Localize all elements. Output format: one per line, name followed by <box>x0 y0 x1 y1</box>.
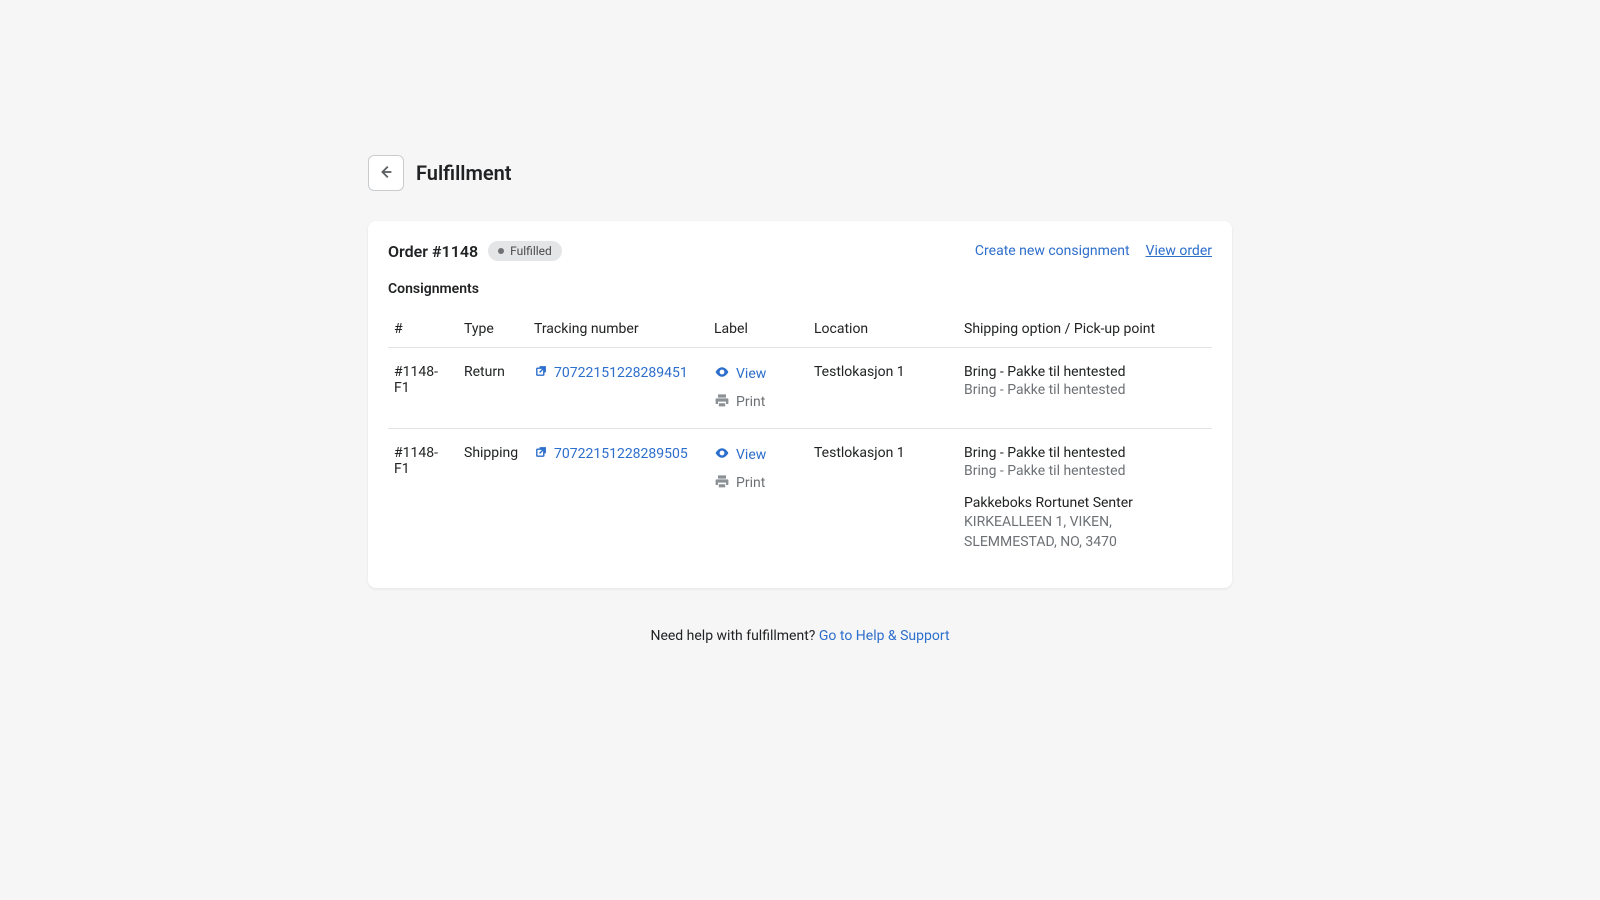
cell-location: Testlokasjon 1 <box>808 348 958 429</box>
eye-icon <box>714 364 730 384</box>
print-label-action[interactable]: Print <box>714 392 802 412</box>
cell-id: #1148-F1 <box>388 429 458 569</box>
view-label-action[interactable]: View <box>714 364 802 384</box>
print-icon <box>714 473 730 493</box>
th-location: Location <box>808 311 958 348</box>
arrow-left-icon <box>377 163 395 184</box>
external-link-icon <box>534 364 548 382</box>
cell-label: View Print <box>708 429 808 569</box>
section-title: Consignments <box>388 281 1212 297</box>
cell-tracking: 70722151228289505 <box>528 429 708 569</box>
print-label-action[interactable]: Print <box>714 473 802 493</box>
order-title: Order #1148 <box>388 242 478 261</box>
status-badge: Fulfilled <box>488 241 562 261</box>
create-consignment-link[interactable]: Create new consignment <box>975 243 1130 259</box>
cell-shipping: Bring - Pakke til hentested Bring - Pakk… <box>958 348 1212 429</box>
th-label: Label <box>708 311 808 348</box>
cell-location: Testlokasjon 1 <box>808 429 958 569</box>
th-type: Type <box>458 311 528 348</box>
cell-shipping: Bring - Pakke til hentested Bring - Pakk… <box>958 429 1212 569</box>
print-icon <box>714 392 730 412</box>
tracking-link[interactable]: 70722151228289505 <box>534 445 688 463</box>
th-id: # <box>388 311 458 348</box>
cell-tracking: 70722151228289451 <box>528 348 708 429</box>
cell-label: View Print <box>708 348 808 429</box>
footer-prompt: Need help with fulfillment? <box>650 628 818 644</box>
status-dot-icon <box>498 248 504 254</box>
card-header: Order #1148 Fulfilled Create new consign… <box>388 241 1212 261</box>
cell-type: Return <box>458 348 528 429</box>
status-label: Fulfilled <box>510 244 552 258</box>
order-card: Order #1148 Fulfilled Create new consign… <box>368 221 1232 588</box>
cell-id: #1148-F1 <box>388 348 458 429</box>
table-row: #1148-F1 Shipping 70722151228289505 <box>388 429 1212 569</box>
eye-icon <box>714 445 730 465</box>
table-row: #1148-F1 Return 70722151228289451 <box>388 348 1212 429</box>
external-link-icon <box>534 445 548 463</box>
th-shipping: Shipping option / Pick-up point <box>958 311 1212 348</box>
footer-help: Need help with fulfillment? Go to Help &… <box>368 628 1232 644</box>
view-label-action[interactable]: View <box>714 445 802 465</box>
consignments-table: # Type Tracking number Label Location Sh… <box>388 311 1212 568</box>
back-button[interactable] <box>368 155 404 191</box>
th-tracking: Tracking number <box>528 311 708 348</box>
tracking-link[interactable]: 70722151228289451 <box>534 364 688 382</box>
cell-type: Shipping <box>458 429 528 569</box>
view-order-link[interactable]: View order <box>1146 243 1212 259</box>
help-support-link[interactable]: Go to Help & Support <box>819 628 950 644</box>
page-title: Fulfillment <box>416 161 512 185</box>
page-header: Fulfillment <box>368 155 1232 191</box>
